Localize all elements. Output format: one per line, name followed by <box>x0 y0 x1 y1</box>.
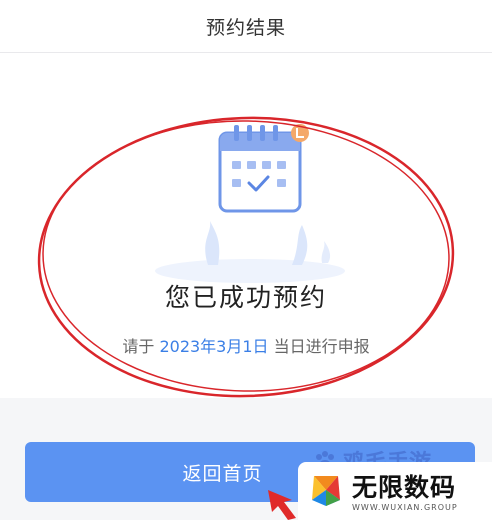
subtitle-prefix: 请于 <box>122 337 160 356</box>
wuxian-logo-icon <box>312 476 340 506</box>
watermark-url: WWW.WUXIAN.GROUP <box>352 503 458 512</box>
result-subtitle: 请于 2023年3月1日 当日进行申报 <box>0 333 492 357</box>
result-card: 您已成功预约 请于 2023年3月1日 当日进行申报 <box>0 53 492 398</box>
header-bar: 预约结果 <box>0 0 492 53</box>
page-title: 预约结果 <box>205 16 286 39</box>
calendar-badge <box>291 124 309 142</box>
appointment-date: 2023年3月1日 <box>159 337 269 356</box>
subtitle-suffix: 当日进行申报 <box>268 337 370 356</box>
home-button-label: 返回首页 <box>182 463 263 485</box>
pointer-arrow-icon <box>268 490 296 520</box>
watermark-name: 无限数码 <box>352 473 457 502</box>
watermark-badge: 无限数码 WWW.WUXIAN.GROUP <box>298 462 492 520</box>
result-title: 您已成功预约 <box>164 283 327 312</box>
calendar-icon <box>155 124 345 283</box>
